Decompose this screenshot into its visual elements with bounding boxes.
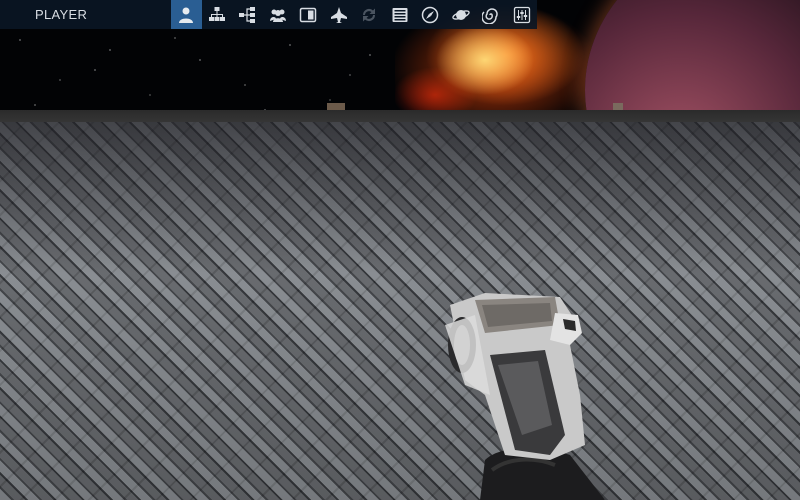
compass-icon — [422, 6, 439, 23]
tab-player[interactable] — [171, 0, 202, 29]
tab-refresh[interactable] — [354, 0, 385, 29]
tab-galaxy[interactable] — [476, 0, 507, 29]
planet-icon — [452, 9, 470, 20]
player-weapon — [445, 293, 605, 500]
galaxy-icon — [482, 7, 498, 24]
tab-inventory[interactable] — [293, 0, 324, 29]
player-icon — [179, 7, 194, 23]
inventory-icon — [300, 7, 317, 22]
game-viewport: PLAYER — [0, 0, 800, 500]
tab-settings[interactable] — [507, 0, 538, 29]
tab-planet[interactable] — [446, 0, 477, 29]
network-icon — [239, 6, 256, 23]
hud-top-bar: PLAYER — [0, 0, 537, 29]
hud-tab-bar — [171, 0, 537, 29]
hud-section-title: PLAYER — [35, 7, 88, 22]
tab-list[interactable] — [385, 0, 416, 29]
refresh-icon — [363, 8, 376, 21]
tab-ship[interactable] — [324, 0, 355, 29]
faction-icon — [208, 6, 225, 21]
tab-group[interactable] — [263, 0, 294, 29]
ship-icon — [330, 6, 347, 23]
list-icon — [392, 7, 408, 22]
tab-compass[interactable] — [415, 0, 446, 29]
tab-network[interactable] — [232, 0, 263, 29]
settings-sliders-icon — [513, 6, 530, 23]
tab-faction[interactable] — [202, 0, 233, 29]
group-icon — [269, 9, 286, 22]
